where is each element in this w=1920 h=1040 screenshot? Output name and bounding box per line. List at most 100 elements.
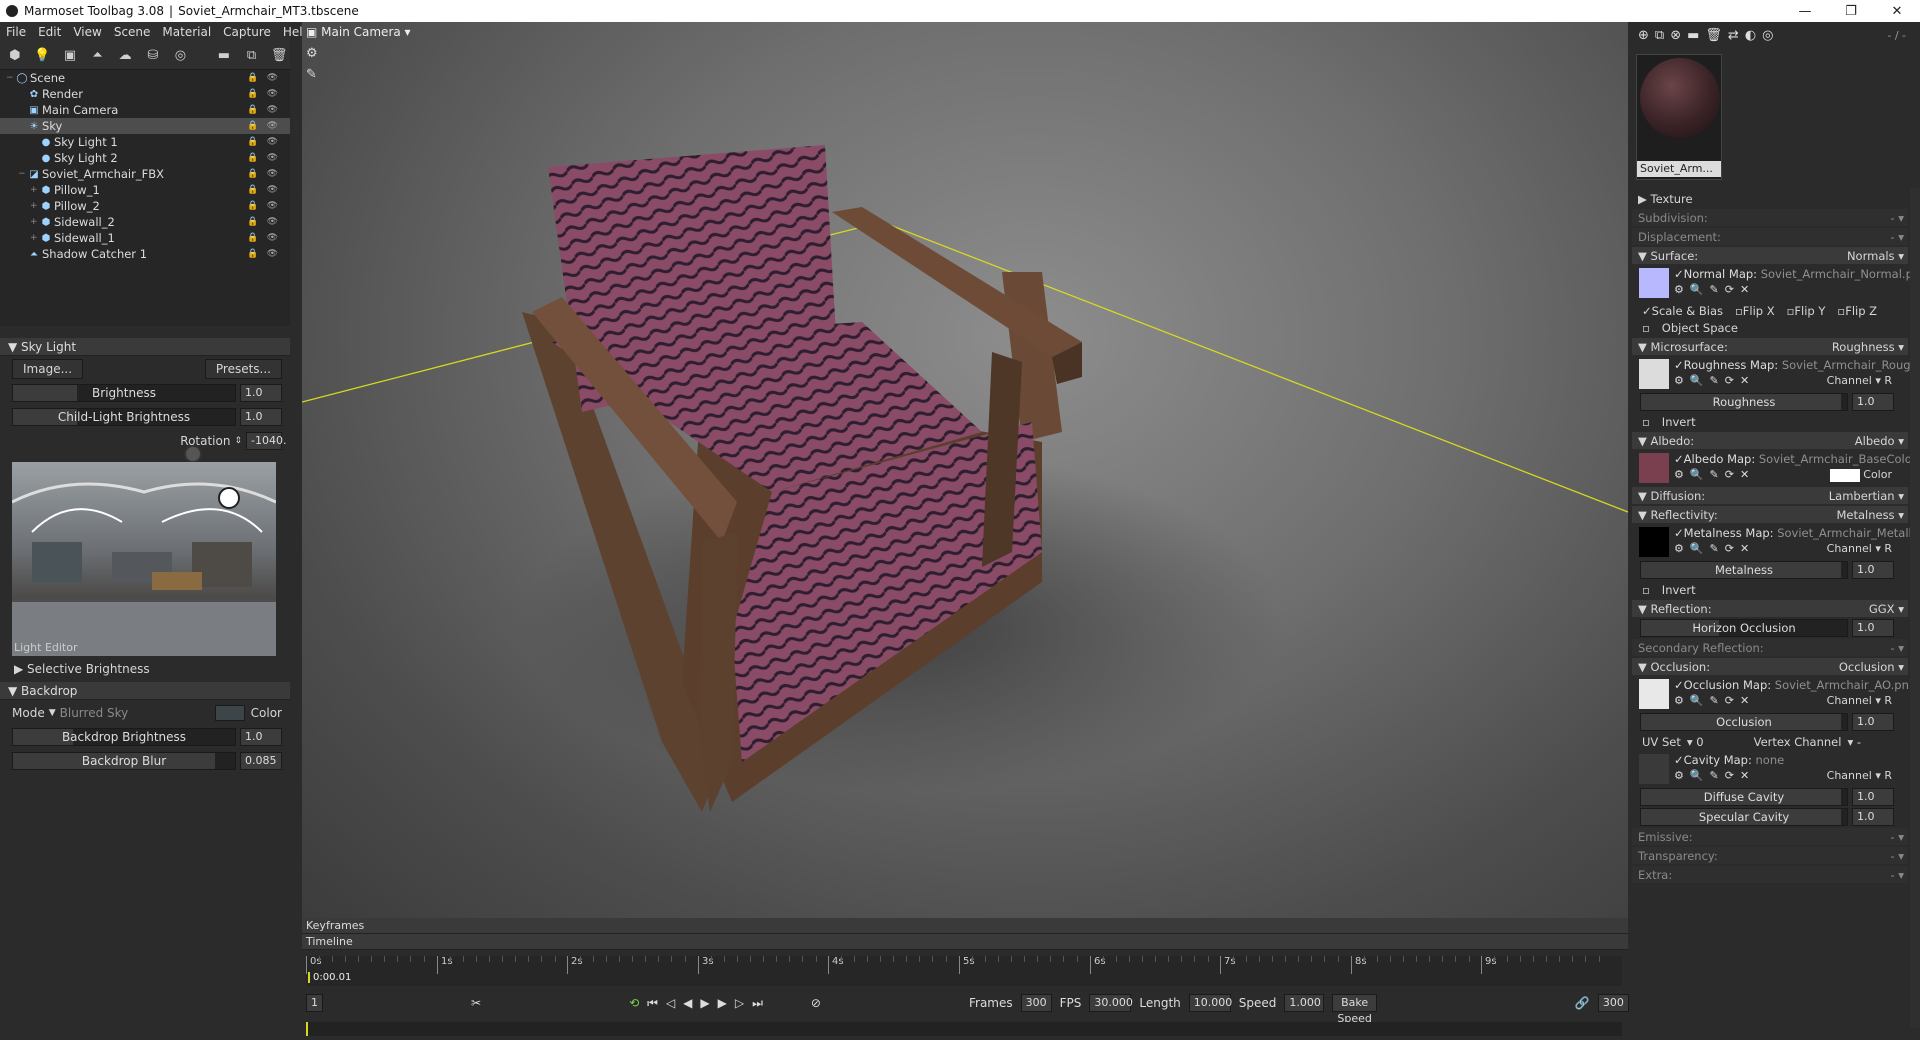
skip-start-icon[interactable]: ⏮ [647,996,658,1011]
lock-icon[interactable]: 🔒 [247,169,258,179]
material-name[interactable]: Soviet_Arm... [1637,161,1721,177]
material-scrollbar[interactable] [1910,188,1920,1028]
flip-z-checkbox[interactable]: ▫Flip Z [1837,304,1877,318]
record-icon[interactable]: ⊘ [811,996,821,1010]
cavity-map-file[interactable]: none [1756,753,1785,767]
albedo-map-tool-icons[interactable]: ⚙🔍✎⟳✕ [1674,468,1755,481]
backdrop-brightness-slider[interactable]: Backdrop Brightness [12,728,236,746]
albedo-map-swatch[interactable] [1639,453,1669,483]
surface-section[interactable]: ▼ Surface: Normals ▾ [1632,247,1908,264]
cavity-map-swatch[interactable] [1639,754,1669,784]
light-position-handle[interactable] [218,487,240,509]
tree-branch-icon[interactable]: + [30,233,40,243]
menu-capture[interactable]: Capture [217,25,277,39]
image-button[interactable]: Image... [12,359,84,379]
roughness-map-tool-icons[interactable]: ⚙🔍✎⟳✕ [1674,374,1755,387]
tree-item[interactable]: + ⬢ Pillow_1 🔒 👁 [0,182,290,198]
minimize-icon[interactable]: — [1782,4,1828,19]
visibility-eye-icon[interactable]: 👁 [267,73,278,83]
tree-item[interactable]: ● Sky Light 1 🔒 👁 [0,134,290,150]
restore-icon[interactable]: ❐ [1828,4,1874,19]
roughness-slider[interactable]: Roughness [1640,393,1848,411]
assign-icon[interactable]: ⇄ [1728,28,1739,43]
displacement-section[interactable]: Displacement: - ▾ [1632,228,1908,245]
tree-item[interactable]: + ⬢ Sidewall_2 🔒 👁 [0,214,290,230]
texture-section[interactable]: ▶ Texture [1632,190,1908,207]
sky-light-header[interactable]: ▼ Sky Light [0,338,290,356]
brightness-field[interactable]: 1.0 [240,384,282,402]
brush-icon[interactable]: ✎ [306,67,318,82]
occlusion-map-file[interactable]: Soviet_Armchair_AO.pn [1775,678,1909,692]
backdrop-blur-field[interactable]: 0.085 [240,752,282,770]
occlusion-section[interactable]: ▼ Occlusion: Occlusion ▾ [1632,658,1908,675]
keyframes-header[interactable]: Keyframes [302,918,1628,934]
diffusion-section[interactable]: ▼ Diffusion: Lambertian ▾ [1632,487,1908,504]
add-light-icon[interactable]: 💡 [32,45,54,67]
add-shadow-icon[interactable]: ⏶ [87,45,109,67]
extra-section[interactable]: Extra: - ▾ [1632,866,1908,883]
loop-icon[interactable]: ⟲ [629,996,639,1010]
lock-icon[interactable]: 🔒 [247,217,258,227]
step-forward-icon[interactable]: ▶ [718,996,727,1010]
cavity-map-tool-icons[interactable]: ⚙🔍✎⟳✕ [1674,769,1755,782]
tree-item[interactable]: ☀ Sky 🔒 👁 [0,118,290,134]
roughness-channel-select[interactable]: Channel ▾ R [1827,374,1892,387]
occlusion-map-swatch[interactable] [1639,679,1669,709]
child-brightness-field[interactable]: 1.0 [240,408,282,426]
child-brightness-slider[interactable]: Child-Light Brightness [12,408,236,426]
merge-icon[interactable]: ⊗ [1670,28,1681,43]
metalness-map-tool-icons[interactable]: ⚙🔍✎⟳✕ [1674,542,1755,555]
duplicate-icon[interactable]: ⧉ [241,45,263,67]
trash-icon[interactable]: 🗑 [268,45,290,67]
light-editor-panorama[interactable]: Light Editor [12,462,276,656]
lock-icon[interactable]: 🔒 [247,137,258,147]
metalness-field[interactable]: 1.0 [1852,561,1894,579]
rotation-field[interactable]: -1040. [246,432,286,450]
subdivision-section[interactable]: Subdivision: - ▾ [1632,209,1908,226]
visibility-eye-icon[interactable]: 👁 [267,201,278,211]
rotation-knob[interactable] [184,445,202,463]
camera-selector[interactable]: ▣ Main Camera ▾ [306,25,411,39]
tree-item[interactable]: ▣ Main Camera 🔒 👁 [0,102,290,118]
occlusion-field[interactable]: 1.0 [1852,713,1894,731]
lock-icon[interactable]: 🔒 [247,121,258,131]
normal-map-swatch[interactable] [1639,268,1669,298]
settings-gear-icon[interactable]: ⚙ [306,46,318,61]
diffuse-cavity-slider[interactable]: Diffuse Cavity [1640,788,1848,806]
visibility-eye-icon[interactable]: 👁 [267,105,278,115]
tree-branch-icon[interactable]: + [30,217,40,227]
metalness-slider[interactable]: Metalness [1640,561,1848,579]
tree-item[interactable]: + ⬢ Pillow_2 🔒 👁 [0,198,290,214]
next-key-icon[interactable]: ▷ [735,996,744,1010]
menu-edit[interactable]: Edit [32,25,67,39]
tree-branch-icon[interactable]: − [6,73,16,83]
horizon-occlusion-field[interactable]: 1.0 [1852,619,1894,637]
menu-material[interactable]: Material [156,25,217,39]
step-back-icon[interactable]: ◀ [683,996,692,1010]
tree-item[interactable]: − ◯ Scene 🔒 👁 [0,70,290,86]
emissive-section[interactable]: Emissive: - ▾ [1632,828,1908,845]
picker-icon[interactable]: ◐ [1745,28,1756,43]
length-field[interactable]: 10.000 [1188,994,1232,1012]
lock-icon[interactable]: 🔒 [247,201,258,211]
backdrop-brightness-field[interactable]: 1.0 [240,728,282,746]
backdrop-blur-slider[interactable]: Backdrop Blur [12,752,236,770]
add-camera-icon[interactable]: ▣ [59,45,81,67]
3d-viewport[interactable]: ▣ Main Camera ▾ ⚙ ✎ [302,22,1628,918]
frame-field[interactable]: 1 [306,994,323,1012]
lock-icon[interactable]: 🔒 [247,153,258,163]
menu-view[interactable]: View [67,25,107,39]
visibility-eye-icon[interactable]: 👁 [267,89,278,99]
mode-select[interactable]: Blurred Sky [60,706,129,720]
rotation-stepper-icon[interactable]: ⇕ [234,436,242,446]
roughness-map-file[interactable]: Soviet_Armchair_Rougl [1782,358,1914,372]
visibility-eye-icon[interactable]: 👁 [267,249,278,259]
speed-field[interactable]: 1.000 [1284,994,1325,1012]
delete-icon[interactable]: 🗑 [1705,28,1722,43]
backdrop-color-swatch[interactable] [214,705,245,721]
metalness-channel-select[interactable]: Channel ▾ R [1827,542,1892,555]
add-turntable-icon[interactable]: ⛁ [142,45,164,67]
metalness-map-file[interactable]: Soviet_Armchair_Metalli [1777,526,1915,540]
folder-icon[interactable]: ▬ [1687,28,1699,43]
end-frame-field[interactable]: 300 [1597,994,1629,1012]
